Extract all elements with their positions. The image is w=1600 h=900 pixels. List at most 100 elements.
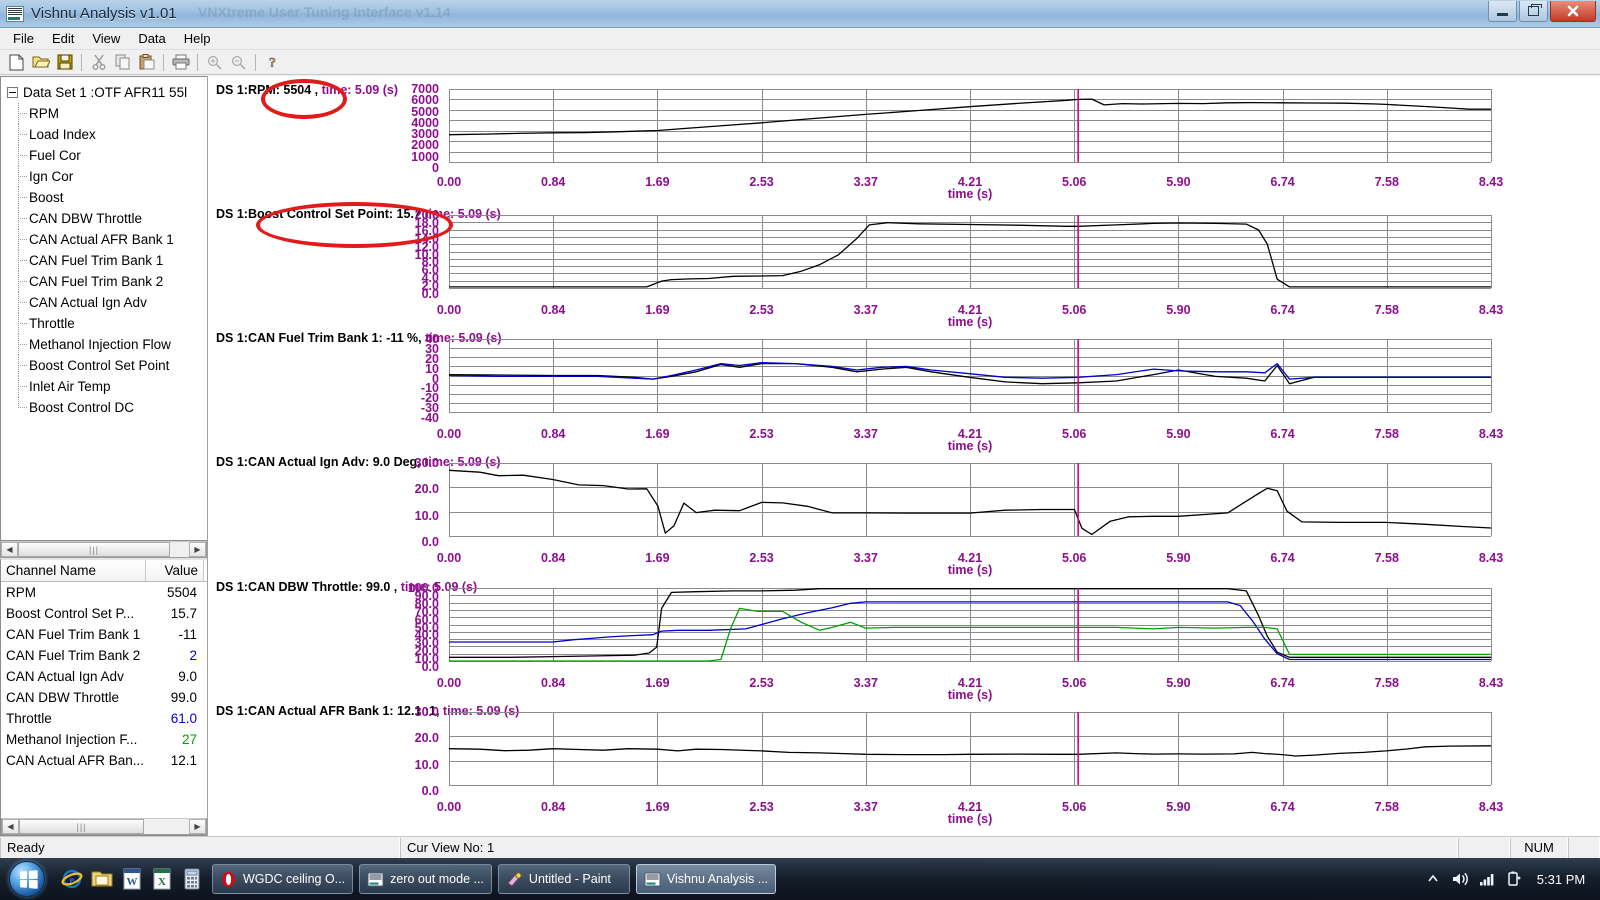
zoom-in-button: [203, 51, 226, 73]
app-icon: [6, 5, 24, 22]
tree-item-inlet-air-temp[interactable]: Inlet Air Temp: [7, 376, 207, 397]
tree-item-can-dbw-throttle[interactable]: CAN DBW Throttle: [7, 208, 207, 229]
taskbar-task[interactable]: zero out mode ...: [359, 864, 492, 894]
rpm-panel-plot[interactable]: [449, 89, 1492, 163]
new-button[interactable]: [5, 51, 28, 73]
tree-item-label: CAN Actual AFR Bank 1: [29, 232, 174, 247]
copy-button[interactable]: [111, 51, 134, 73]
can-actual-afr-bank-1-panel-plot[interactable]: [449, 712, 1492, 786]
scroll-right-arrow[interactable]: ▶: [189, 542, 206, 557]
tree-root-dataset[interactable]: Data Set 1 :OTF AFR11 55l: [7, 82, 207, 103]
close-button[interactable]: [1550, 1, 1596, 22]
taskbar-task[interactable]: Vishnu Analysis ...: [635, 864, 777, 894]
channel-row[interactable]: CAN Actual AFR Ban... 12.1: [1, 750, 207, 771]
boost-control-setpoint-panel-plot[interactable]: [449, 215, 1492, 289]
plot-area[interactable]: DS 1:RPM: 5504 , time: 5.09 (s) 7000 6000 5…: [208, 76, 1600, 836]
internet-explorer-icon[interactable]: e: [58, 864, 86, 894]
menu-bar: File Edit View Data Help: [0, 28, 1600, 50]
tree-item-label: RPM: [29, 106, 59, 121]
tree-item-rpm[interactable]: RPM: [7, 103, 207, 124]
can-fuel-trim-bank-1-panel-plot[interactable]: [449, 339, 1492, 413]
taskbar-clock[interactable]: 5:31 PM: [1532, 872, 1590, 887]
minimize-button[interactable]: [1488, 1, 1517, 22]
taskbar-task[interactable]: WGDC ceiling O...: [212, 864, 354, 894]
status-bar: Ready Cur View No: 1 NUM: [0, 836, 1600, 858]
channel-row[interactable]: Throttle 61.0: [1, 708, 207, 729]
print-button[interactable]: [169, 51, 192, 73]
x-tick-label: 0.00: [436, 551, 462, 565]
battery-icon[interactable]: [1505, 870, 1523, 888]
save-button[interactable]: [53, 51, 76, 73]
paste-button[interactable]: [135, 51, 158, 73]
tree-item-boost-control-dc[interactable]: Boost Control DC: [7, 397, 207, 418]
channel-value-cell: 99.0: [170, 690, 197, 705]
show-hidden-icons-icon[interactable]: [1424, 870, 1442, 888]
channel-row[interactable]: CAN Fuel Trim Bank 2 2: [1, 645, 207, 666]
tree-item-can-actual-ign-adv[interactable]: CAN Actual Ign Adv: [7, 292, 207, 313]
tree-item-can-fuel-trim-bank-2[interactable]: CAN Fuel Trim Bank 2: [7, 271, 207, 292]
tree-item-methanol-injection-flow[interactable]: Methanol Injection Flow: [7, 334, 207, 355]
x-tick-label: 0.84: [541, 676, 566, 690]
channel-row[interactable]: Methanol Injection F... 27: [1, 729, 207, 750]
svg-text:?: ?: [269, 56, 276, 70]
menu-data[interactable]: Data: [129, 28, 174, 49]
scroll-right-arrow[interactable]: ▶: [189, 819, 206, 834]
taskbar-task-label: WGDC ceiling O...: [243, 872, 346, 886]
maximize-button[interactable]: [1519, 1, 1548, 22]
dataset-tree[interactable]: Data Set 1 :OTF AFR11 55l RPM Load Index…: [0, 76, 207, 541]
close-icon: [1567, 5, 1579, 17]
word-icon[interactable]: W: [118, 864, 146, 894]
x-tick-label: 0.84: [541, 551, 566, 565]
zoom-out-button: [227, 51, 250, 73]
channel-row[interactable]: CAN Actual Ign Adv 9.0: [1, 666, 207, 687]
channel-row[interactable]: CAN DBW Throttle 99.0: [1, 687, 207, 708]
menu-view[interactable]: View: [83, 28, 129, 49]
channel-row[interactable]: RPM 5504: [1, 582, 207, 603]
scroll-thumb[interactable]: |||: [19, 819, 144, 834]
x-tick-label: 0.00: [436, 800, 462, 814]
menu-file[interactable]: File: [4, 28, 43, 49]
x-tick-label: 0.00: [436, 175, 462, 189]
start-button[interactable]: [2, 860, 52, 898]
folder-icon[interactable]: [88, 864, 116, 894]
channel-row[interactable]: Boost Control Set P... 15.7: [1, 603, 207, 624]
help-button[interactable]: ?: [261, 51, 284, 73]
tree-item-throttle[interactable]: Throttle: [7, 313, 207, 334]
menu-edit[interactable]: Edit: [43, 28, 83, 49]
tree-item-boost[interactable]: Boost: [7, 187, 207, 208]
collapse-icon[interactable]: [7, 87, 18, 98]
channel-value-cell: 5504: [166, 585, 197, 600]
tree-item-ign-cor[interactable]: Ign Cor: [7, 166, 207, 187]
can-fuel-trim-bank-1-panel-y-axis-labels: 40 30 20 10 0 -10 -20 -30 -40: [208, 332, 439, 425]
tree-item-load-index[interactable]: Load Index: [7, 124, 207, 145]
scroll-left-arrow[interactable]: ◀: [1, 542, 18, 557]
can-dbw-throttle-panel-plot[interactable]: [449, 588, 1492, 662]
cut-button[interactable]: [87, 51, 110, 73]
tree-item-label: Load Index: [29, 127, 96, 142]
taskbar-task[interactable]: Untitled - Paint: [497, 864, 630, 894]
menu-help[interactable]: Help: [175, 28, 220, 49]
network-icon[interactable]: [1478, 870, 1496, 888]
tree-item-can-fuel-trim-bank-1[interactable]: CAN Fuel Trim Bank 1: [7, 250, 207, 271]
x-tick-label: 5.06: [1062, 175, 1087, 189]
y-tick-label: 30.0: [414, 456, 439, 470]
tree-item-label: CAN Fuel Trim Bank 2: [29, 274, 164, 289]
x-tick-label: 2.53: [749, 303, 774, 317]
open-button[interactable]: [29, 51, 52, 73]
calculator-icon[interactable]: [178, 864, 206, 894]
grid-horizontal-scrollbar[interactable]: ◀ ||| ▶: [1, 818, 207, 835]
grid-header-value[interactable]: Value: [146, 560, 204, 581]
y-tick-label: 0.0: [421, 287, 439, 301]
x-tick-label: 5.90: [1166, 676, 1191, 690]
tree-item-fuel-cor[interactable]: Fuel Cor: [7, 145, 207, 166]
channel-row[interactable]: CAN Fuel Trim Bank 1 -11: [1, 624, 207, 645]
excel-icon[interactable]: X: [148, 864, 176, 894]
scroll-thumb[interactable]: |||: [18, 542, 170, 557]
grid-header-channel-name[interactable]: Channel Name: [1, 560, 146, 581]
scroll-left-arrow[interactable]: ◀: [2, 819, 19, 834]
tree-item-boost-control-set-point[interactable]: Boost Control Set Point: [7, 355, 207, 376]
tree-item-can-actual-afr-bank-1[interactable]: CAN Actual AFR Bank 1: [7, 229, 207, 250]
can-actual-ign-adv-panel-plot[interactable]: [449, 463, 1492, 537]
tree-horizontal-scrollbar[interactable]: ◀ ||| ▶: [0, 541, 207, 558]
volume-icon[interactable]: [1451, 870, 1469, 888]
